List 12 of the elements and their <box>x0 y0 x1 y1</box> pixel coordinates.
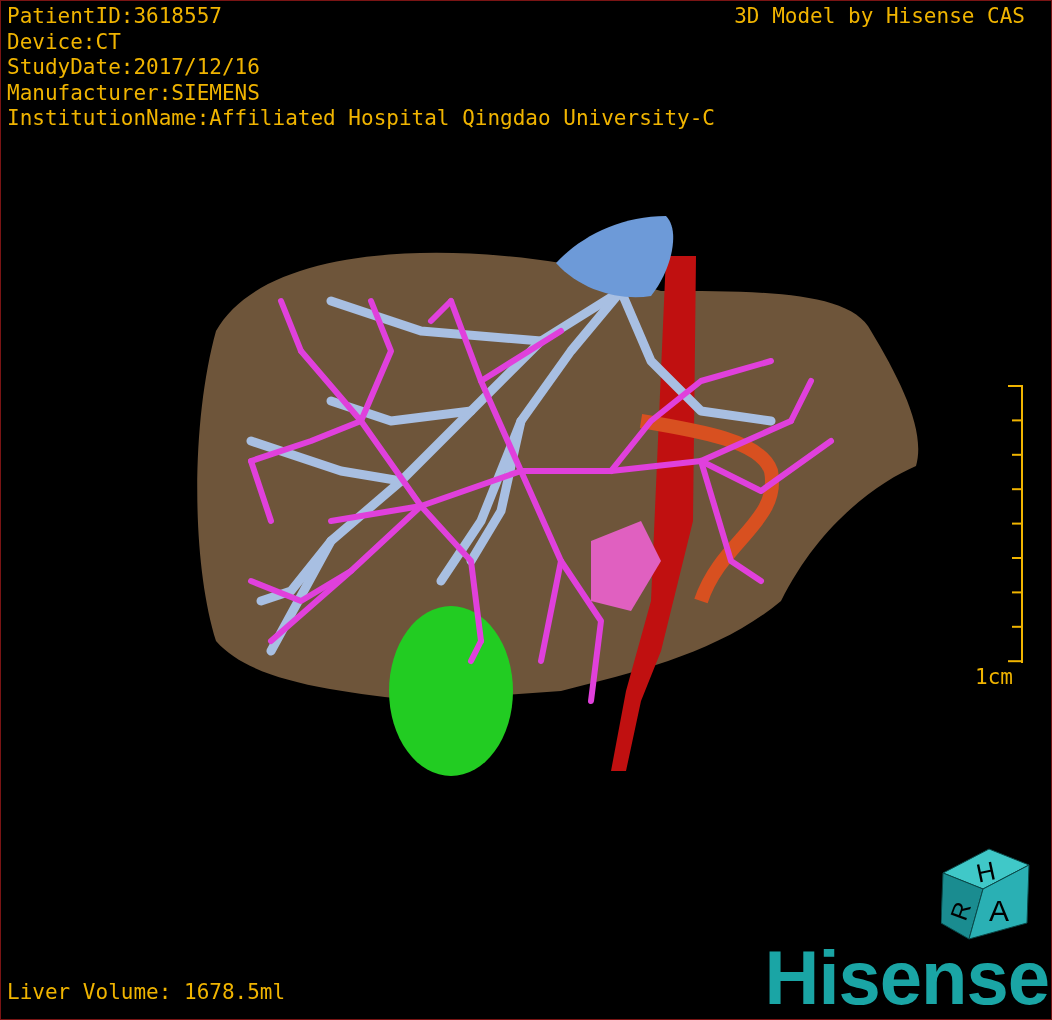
patient-info-text: StudyDate:2017/12/16 <box>7 55 261 81</box>
patient-info-text: InstitutionName:Affiliated Hospital Qingdao University-C <box>7 106 715 132</box>
brand-logo: Hisense <box>764 943 1049 1013</box>
orientation-label: H <box>973 855 999 889</box>
patient-info-text: PatientID:3618557 <box>7 4 223 30</box>
liver-volume-text: Liver Volume: 1678.5ml <box>7 979 286 1005</box>
orientation-label: R <box>944 898 977 924</box>
orientation-label: A <box>989 894 1009 927</box>
patient-info-text: Manufacturer:SIEMENS <box>7 80 261 106</box>
patient-info-text: Device:CT <box>7 29 122 55</box>
scale-label: 1cm <box>975 665 1013 688</box>
model-credit-text: 3D Model by Hisense CAS <box>734 4 1025 30</box>
